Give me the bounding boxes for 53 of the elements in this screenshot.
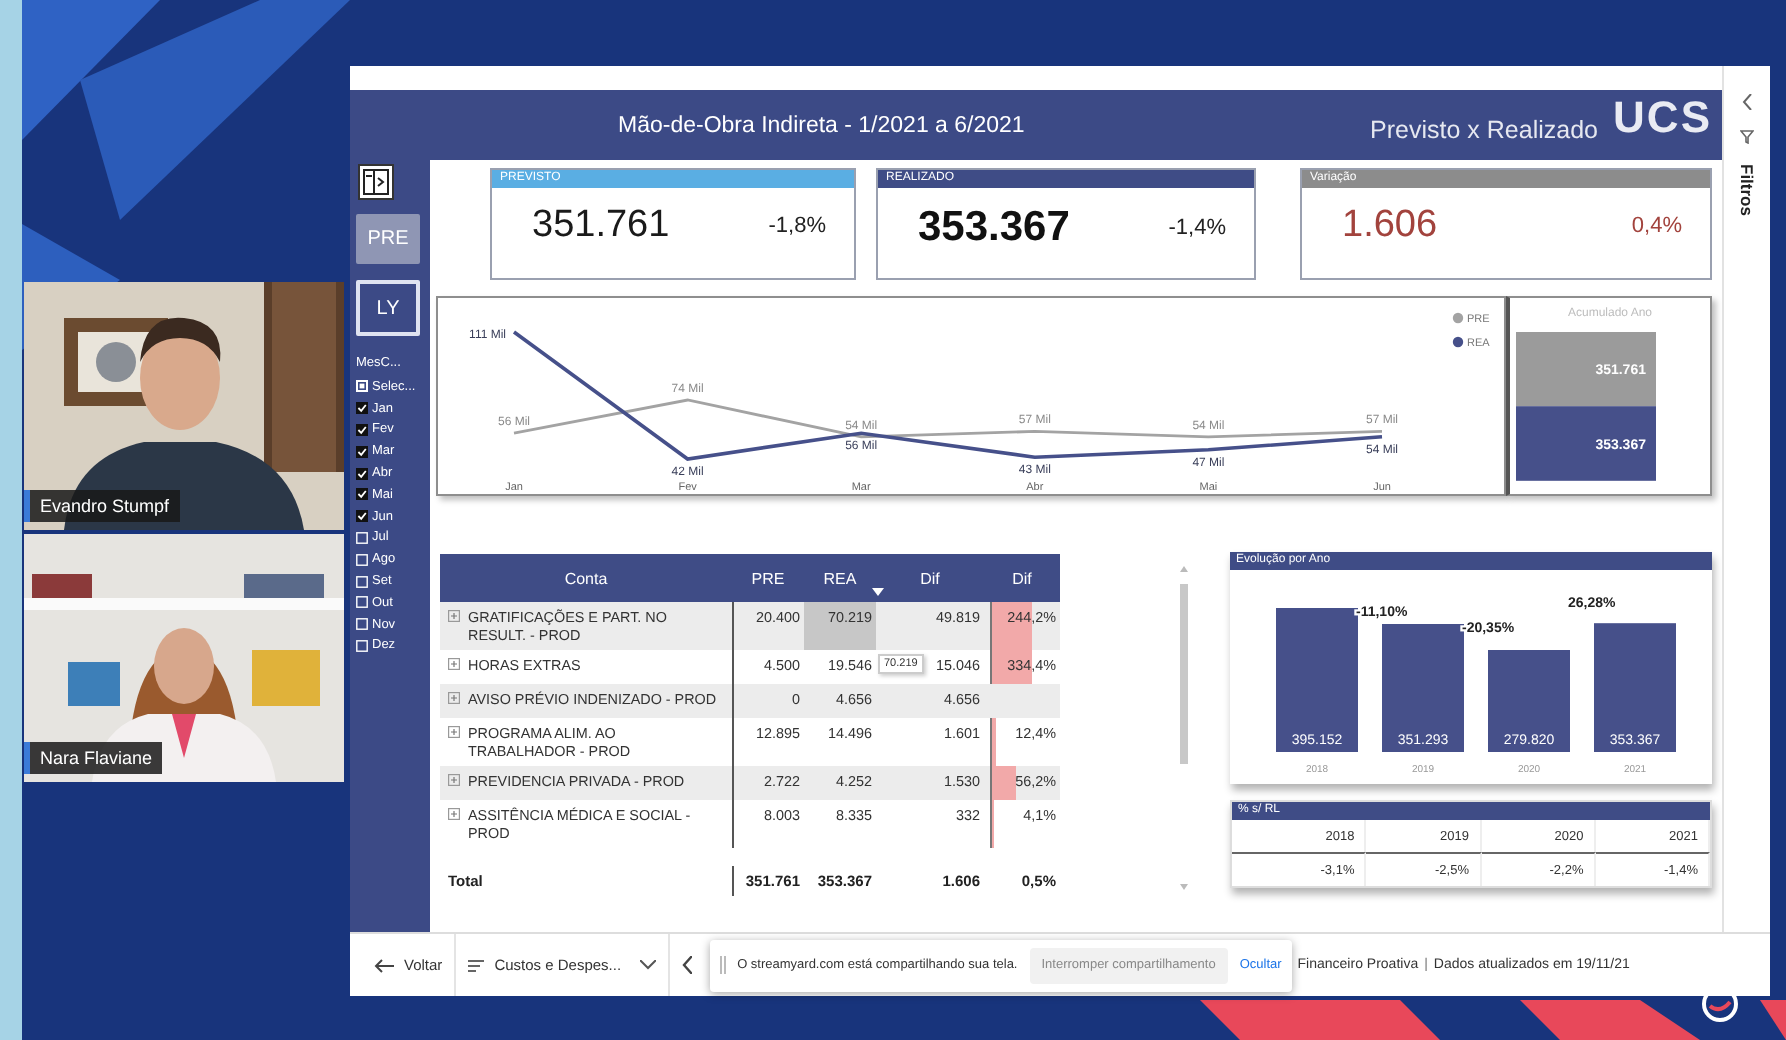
bar <box>1382 624 1464 752</box>
bar <box>1516 332 1656 407</box>
bar <box>1594 623 1676 752</box>
checkbox[interactable] <box>356 510 368 523</box>
checkbox[interactable] <box>356 445 368 458</box>
bar <box>1276 608 1358 752</box>
chevron-down-icon <box>639 960 656 970</box>
checkbox[interactable] <box>356 639 368 652</box>
participant-name: Nara Flaviane <box>24 742 163 774</box>
kpi-change: 0,4% <box>1631 214 1682 238</box>
column-header[interactable]: Dif <box>984 554 1060 602</box>
expand-icon[interactable] <box>448 610 460 622</box>
kpi-value: 1.606 <box>1342 204 1438 248</box>
checkbox[interactable] <box>356 531 368 544</box>
checkbox[interactable] <box>356 618 368 631</box>
checkbox[interactable] <box>356 596 368 609</box>
logo: UCS <box>1613 94 1712 142</box>
list-icon <box>468 959 485 971</box>
kpi-change: -1,4% <box>1168 216 1226 240</box>
expand-icon[interactable] <box>448 774 460 786</box>
bar <box>1516 406 1656 481</box>
filter-icon <box>1740 130 1754 144</box>
checkbox[interactable] <box>356 467 368 480</box>
expand-icon[interactable] <box>448 808 460 820</box>
report-subtitle: Previsto x Realizado <box>1370 116 1598 144</box>
participant-name: Evandro Stumpf <box>24 490 180 522</box>
checkbox[interactable] <box>356 423 368 436</box>
column-header[interactable]: Dif <box>876 554 984 602</box>
toggle-button[interactable]: LY <box>356 280 420 336</box>
chevron-left-icon <box>681 956 692 974</box>
column-header[interactable]: PRE <box>732 554 804 602</box>
back-arrow-icon <box>374 957 394 973</box>
legend-marker <box>1452 312 1464 324</box>
expand-icon[interactable] <box>448 726 460 738</box>
bar <box>1488 650 1570 752</box>
kpi-value: 351.761 <box>532 204 670 248</box>
legend-marker <box>1452 336 1464 348</box>
checkbox[interactable] <box>356 575 368 588</box>
kpi-value: 353.367 <box>918 204 1070 252</box>
expand-icon[interactable] <box>448 658 460 670</box>
checkbox[interactable] <box>356 402 368 415</box>
checkbox[interactable] <box>356 553 368 566</box>
expand-icon[interactable] <box>448 692 460 704</box>
filters-label[interactable]: Filtros <box>1737 164 1757 216</box>
checkbox[interactable] <box>356 488 368 501</box>
kpi-change: -1,8% <box>768 214 826 238</box>
column-header[interactable]: REA <box>804 554 876 602</box>
checkbox[interactable] <box>356 380 368 393</box>
collapse-icon[interactable] <box>1742 94 1752 110</box>
page-navigator-icon[interactable] <box>358 164 394 200</box>
report-title: Mão-de-Obra Indireta - 1/2021 a 6/2021 <box>618 114 1025 138</box>
drag-handle-icon[interactable] <box>719 956 726 974</box>
column-header[interactable]: Conta <box>440 554 732 602</box>
